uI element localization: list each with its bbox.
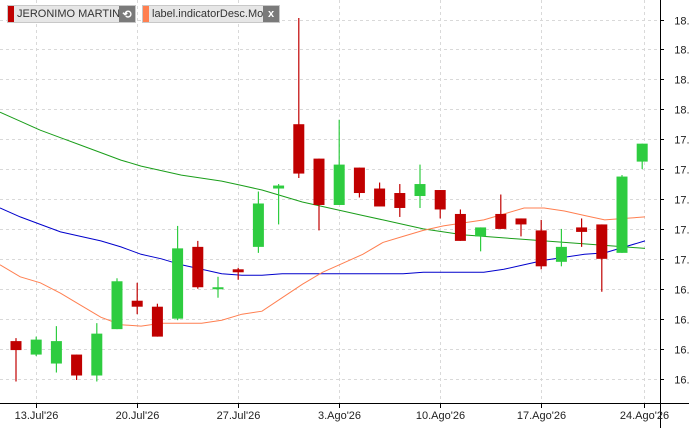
axes [0,0,689,428]
candle-body [353,167,365,194]
candle-down [10,338,22,382]
candle-down [596,224,608,292]
candle-up [616,175,628,253]
y-tick-label: 17.2 [674,225,689,237]
candle-body [616,176,628,253]
candle-up [333,119,345,205]
candle-up [252,191,264,253]
legend-instrument: JERONIMO MARTIN ⟲ [7,5,136,23]
y-tick-label: 17.0 [674,255,689,267]
candle-up [475,227,487,252]
candle-body [71,354,83,376]
candle-body [131,300,143,307]
candle-body [91,333,103,376]
y-tick-label: 16.8 [674,285,689,297]
candle-up [111,278,123,330]
candle-up [50,326,62,373]
x-axis-ticks: 13.Jul'26 20.Jul'26 27.Jul'26 3.Ago'26 10.Ag… [15,403,669,422]
legend-instrument-label: JERONIMO MARTIN [17,8,119,20]
legend-indicator: label.indicatorDesc.MovS x [142,5,280,23]
candle-body [151,306,163,337]
candle-body [535,230,547,267]
x-tick-label: 10.Ago'26 [416,410,465,422]
candle-body [111,281,123,330]
candle-body [475,227,487,237]
candle-body [212,287,224,290]
candle-up [172,225,184,321]
y-tick-label: 18.6 [674,16,689,28]
candle-up [555,228,567,267]
x-tick-label: 3.Ago'26 [318,410,361,422]
price-chart: 16.2 16.4 16.6 16.8 17.0 17.2 17.4 17.6 17.8 18.0… [0,0,689,428]
y-tick-label: 17.6 [674,165,689,177]
candle-down [192,240,204,289]
candle-body [10,341,22,351]
candle-body [555,246,567,262]
close-icon[interactable]: x [263,6,279,22]
y-tick-label: 18.4 [674,45,689,57]
x-tick-label: 24.Ago'26 [620,410,669,422]
candle-body [30,339,42,355]
y-axis-ticks: 16.2 16.4 16.6 16.8 17.0 17.2 17.4 17.6 17.8 18.0… [660,16,689,387]
candle-body [414,184,426,197]
candle-body [232,269,244,273]
candle-up [414,164,426,208]
candle-down [71,354,83,380]
candle-down [353,167,365,198]
candle-body [192,246,204,288]
candle-up [273,184,285,225]
candle-body [374,188,386,207]
y-tick-label: 17.8 [674,135,689,147]
y-tick-label: 17.4 [674,195,689,207]
candle-up [212,276,224,298]
y-tick-label: 16.2 [674,375,689,387]
candle-down [454,209,466,241]
y-tick-label: 18.0 [674,105,689,117]
candle-body [394,193,406,208]
candle-body [576,227,588,232]
x-tick-label: 27.Jul'26 [217,410,261,422]
y-tick-label: 16.4 [674,345,689,357]
candle-down [232,267,244,280]
candle-body [172,248,184,319]
moving-average-short-line [0,207,646,327]
candle-down [515,218,527,237]
candle-body [273,185,285,189]
candle-body [495,213,507,229]
x-tick-label: 13.Jul'26 [15,410,59,422]
candle-body [252,203,264,247]
y-tick-label: 18.2 [674,75,689,87]
candle-body [596,224,608,259]
candle-down [313,158,325,231]
candle-body [293,124,305,174]
candle-up [30,336,42,357]
candle-down [434,190,446,219]
candle-body [50,341,62,364]
candle-down [293,18,305,179]
moving-averages [0,111,646,327]
candle-body [333,164,345,205]
candle-down [394,184,406,217]
candle-down [535,219,547,270]
legend-indicator-label: label.indicatorDesc.MovS [152,8,263,20]
x-tick-label: 20.Jul'26 [116,410,160,422]
candle-up [636,143,648,170]
candle-down [576,218,588,247]
legend: JERONIMO MARTIN ⟲ label.indicatorDesc.Mo… [7,5,284,23]
candle-down [374,182,386,207]
candle-body [313,158,325,205]
x-tick-label: 17.Ago'26 [517,410,566,422]
candle-body [636,143,648,162]
refresh-icon[interactable]: ⟲ [119,6,135,22]
candle-body [434,190,446,210]
candle-up [91,323,103,382]
candle-down [131,282,143,315]
y-tick-label: 16.6 [674,315,689,327]
candle-body [454,213,466,241]
candle-down [151,303,163,337]
candle-body [515,218,527,225]
